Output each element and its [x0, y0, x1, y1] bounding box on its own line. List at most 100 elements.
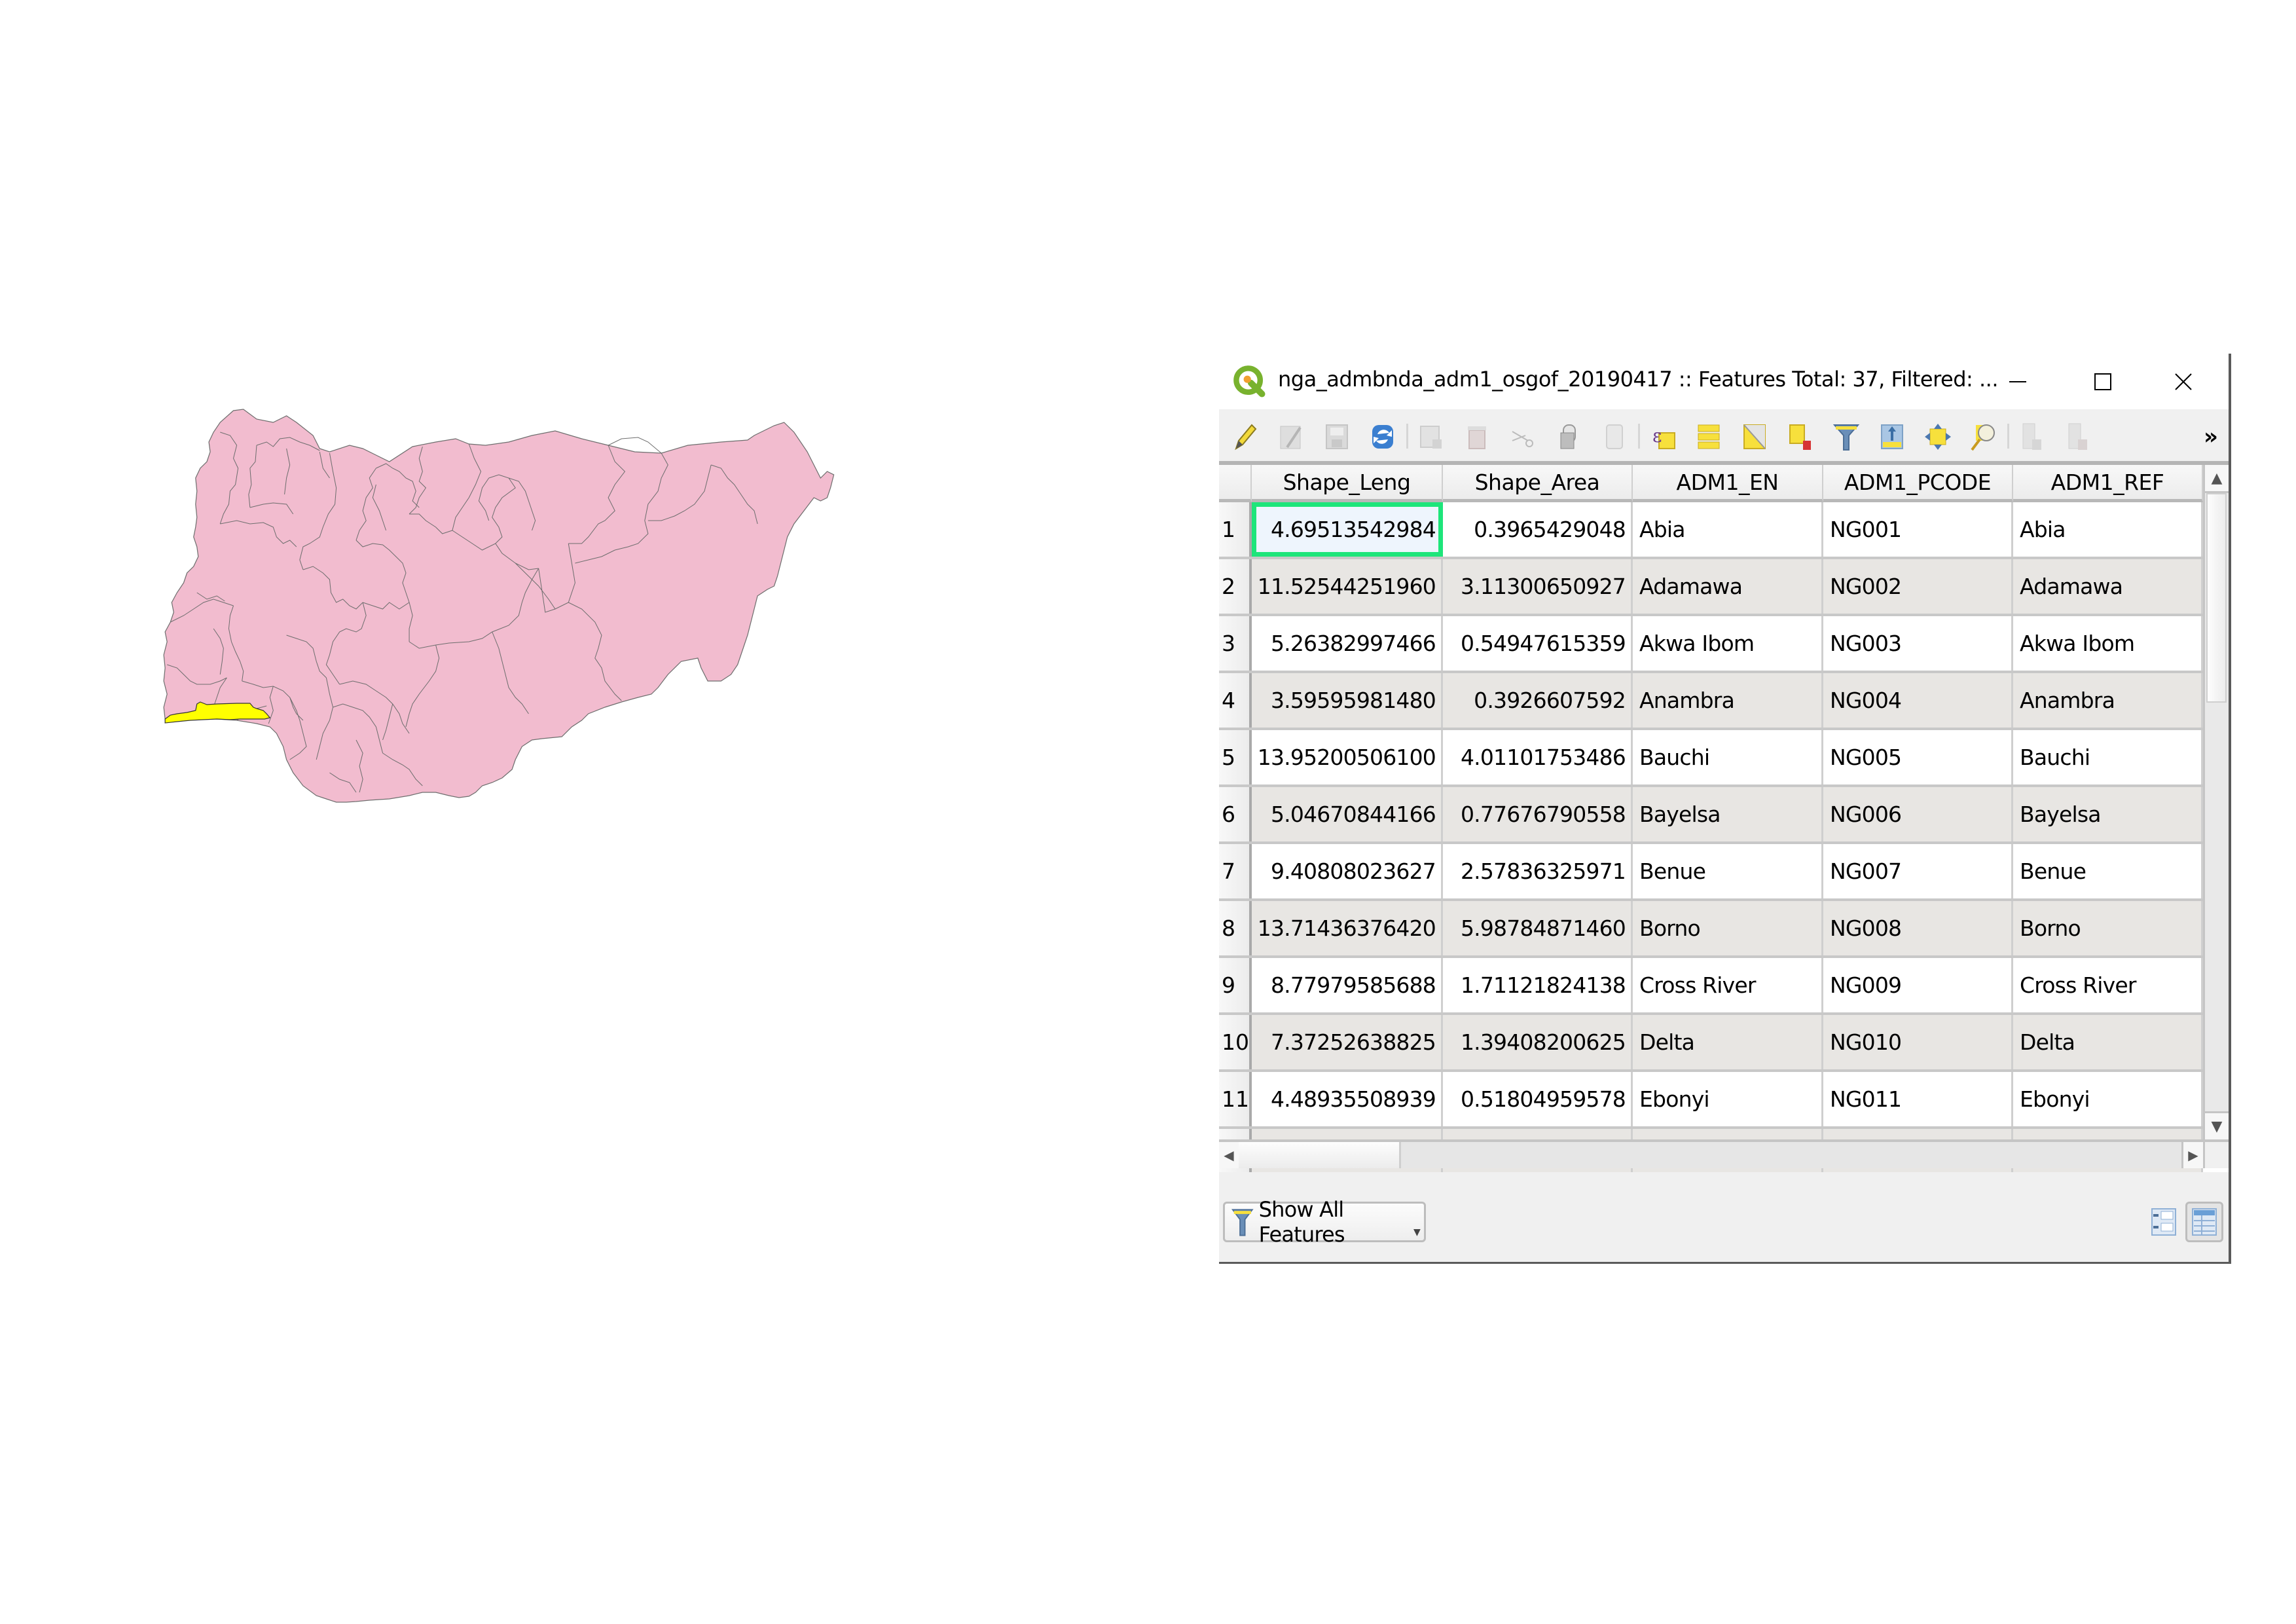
table-row[interactable]: 10 7.37252638825 1.39408200625 Delta NG010 De… [1219, 1015, 2203, 1072]
table-row[interactable]: 9 8.77979585688 1.71121824138 Cross River NG… [1219, 958, 2203, 1015]
row-number-header[interactable]: 3 [1219, 616, 1252, 671]
scroll-left-button[interactable]: ◀ [1219, 1142, 1239, 1168]
cell-adm1-pcode[interactable]: NG008 [1823, 901, 2013, 955]
deselect-all-button[interactable] [1785, 421, 1816, 452]
cell-shape-leng[interactable]: 9.40808023627 [1252, 844, 1443, 898]
paste-button[interactable] [1599, 421, 1630, 452]
zoom-to-selected-button[interactable] [1968, 421, 1999, 452]
cell-shape-area[interactable]: 0.3926607592 [1443, 673, 1633, 728]
cell-adm1-en[interactable]: Ebonyi [1633, 1072, 1823, 1126]
add-feature-button[interactable] [1415, 421, 1447, 452]
table-row[interactable]: 11 4.48935508939 0.51804959578 Ebonyi NG011 E… [1219, 1072, 2203, 1129]
horizontal-scrollbar[interactable]: ◀ ▶ [1219, 1139, 2229, 1168]
cell-adm1-ref[interactable]: Ebonyi [2013, 1072, 2203, 1126]
filter-select-features-button[interactable] [1831, 421, 1862, 452]
cell-adm1-ref[interactable]: Benue [2013, 844, 2203, 898]
cell-adm1-pcode[interactable]: NG001 [1823, 502, 2013, 557]
cell-adm1-en[interactable]: Abia [1633, 502, 1823, 557]
scroll-right-button[interactable]: ▶ [2181, 1142, 2203, 1168]
cell-adm1-en[interactable]: Anambra [1633, 673, 1823, 728]
row-number-header[interactable]: 7 [1219, 844, 1252, 898]
table-row[interactable]: 3 5.26382997466 0.54947615359 Akwa Ibom NG00… [1219, 616, 2203, 673]
select-all-button[interactable] [1693, 421, 1724, 452]
cell-adm1-ref[interactable]: Cross River [2013, 958, 2203, 1012]
delete-selected-button[interactable] [1461, 421, 1493, 452]
row-number-header[interactable]: 11 [1219, 1072, 1252, 1126]
table-row[interactable]: 4 3.59595981480 0.3926607592 Anambra NG004 An… [1219, 673, 2203, 730]
cell-shape-area[interactable]: 1.39408200625 [1443, 1015, 1633, 1069]
move-selection-to-top-button[interactable] [1876, 421, 1908, 452]
cell-shape-area[interactable]: 5.98784871460 [1443, 901, 1633, 955]
cell-adm1-pcode[interactable]: NG011 [1823, 1072, 2013, 1126]
window-titlebar[interactable]: nga_admbnda_adm1_osgof_20190417 :: Featu… [1219, 354, 2229, 409]
selected-cell-shape-leng[interactable]: 4.69513542984 [1252, 502, 1443, 557]
table-row[interactable]: 7 9.40808023627 2.57836325971 Benue NG007 Ben… [1219, 844, 2203, 901]
toggle-editing-button[interactable] [1228, 421, 1260, 452]
cell-adm1-en[interactable]: Benue [1633, 844, 1823, 898]
cell-shape-area[interactable]: 1.71121824138 [1443, 958, 1633, 1012]
save-edits-button[interactable] [1321, 421, 1353, 452]
cell-adm1-pcode[interactable]: NG002 [1823, 559, 2013, 614]
column-header-shape-leng[interactable]: Shape_Leng [1252, 465, 1443, 502]
cell-shape-leng[interactable]: 13.71436376420 [1252, 901, 1443, 955]
row-number-header[interactable]: 1 [1219, 502, 1252, 557]
cell-adm1-ref[interactable]: Bauchi [2013, 730, 2203, 784]
column-header-adm1-ref[interactable]: ADM1_REF [2013, 465, 2203, 502]
cell-adm1-ref[interactable]: Akwa Ibom [2013, 616, 2203, 671]
cell-adm1-pcode[interactable]: NG005 [1823, 730, 2013, 784]
cell-adm1-pcode[interactable]: NG010 [1823, 1015, 2013, 1069]
cell-shape-leng[interactable]: 5.26382997466 [1252, 616, 1443, 671]
select-by-expression-button[interactable]: ε [1647, 421, 1679, 452]
cell-adm1-pcode[interactable]: NG007 [1823, 844, 2013, 898]
cell-adm1-pcode[interactable]: NG009 [1823, 958, 2013, 1012]
cell-shape-leng[interactable]: 3.59595981480 [1252, 673, 1443, 728]
invert-selection-button[interactable] [1739, 421, 1770, 452]
cell-adm1-en[interactable]: Delta [1633, 1015, 1823, 1069]
cell-shape-area[interactable]: 4.01101753486 [1443, 730, 1633, 784]
row-number-header[interactable]: 10 [1219, 1015, 1252, 1069]
cell-adm1-en[interactable]: Akwa Ibom [1633, 616, 1823, 671]
cell-adm1-pcode[interactable]: NG006 [1823, 787, 2013, 841]
map-canvas[interactable] [157, 406, 1152, 1192]
cell-shape-leng[interactable]: 11.52544251960 [1252, 559, 1443, 614]
cell-adm1-ref[interactable]: Borno [2013, 901, 2203, 955]
table-row[interactable]: 6 5.04670844166 0.77676790558 Bayelsa NG006 B… [1219, 787, 2203, 844]
cell-shape-leng[interactable]: 13.95200506100 [1252, 730, 1443, 784]
new-field-button[interactable] [2016, 421, 2048, 452]
toggle-multi-edit-button[interactable] [1275, 421, 1307, 452]
cell-adm1-en[interactable]: Bayelsa [1633, 787, 1823, 841]
form-view-button[interactable] [2145, 1202, 2183, 1242]
minimize-button[interactable] [1975, 354, 2060, 409]
pan-to-selected-button[interactable] [1922, 421, 1954, 452]
cell-adm1-en[interactable]: Cross River [1633, 958, 1823, 1012]
toolbar-overflow-button[interactable]: » [2204, 424, 2218, 450]
table-row[interactable]: 8 13.71436376420 5.98784871460 Borno NG008 Bo… [1219, 901, 2203, 958]
cell-shape-area[interactable]: 3.11300650927 [1443, 559, 1633, 614]
delete-field-button[interactable] [2062, 421, 2094, 452]
vertical-scroll-thumb[interactable] [2206, 493, 2227, 703]
cell-adm1-en[interactable]: Bauchi [1633, 730, 1823, 784]
cell-adm1-ref[interactable]: Anambra [2013, 673, 2203, 728]
column-header-adm1-en[interactable]: ADM1_EN [1633, 465, 1823, 502]
scroll-down-button[interactable]: ▼ [2205, 1111, 2229, 1139]
cell-adm1-ref[interactable]: Bayelsa [2013, 787, 2203, 841]
column-header-shape-area[interactable]: Shape_Area [1443, 465, 1633, 502]
cell-adm1-ref[interactable]: Abia [2013, 502, 2203, 557]
cell-adm1-en[interactable]: Borno [1633, 901, 1823, 955]
row-number-header[interactable]: 6 [1219, 787, 1252, 841]
cell-adm1-pcode[interactable]: NG003 [1823, 616, 2013, 671]
vertical-scrollbar[interactable]: ▲ ▼ [2203, 465, 2229, 1139]
scroll-up-button[interactable]: ▲ [2205, 465, 2229, 493]
table-row[interactable]: 2 11.52544251960 3.11300650927 Adamawa NG002… [1219, 559, 2203, 616]
reload-button[interactable] [1367, 421, 1398, 452]
cell-adm1-ref[interactable]: Delta [2013, 1015, 2203, 1069]
cut-button[interactable] [1507, 421, 1539, 452]
cell-adm1-ref[interactable]: Adamawa [2013, 559, 2203, 614]
row-number-header[interactable]: 4 [1219, 673, 1252, 728]
corner-header[interactable] [1219, 465, 1252, 502]
cell-shape-leng[interactable]: 8.77979585688 [1252, 958, 1443, 1012]
row-number-header[interactable]: 2 [1219, 559, 1252, 614]
table-view-button[interactable] [2185, 1202, 2223, 1242]
show-all-features-button[interactable]: Show All Features ▼ [1223, 1197, 1426, 1247]
row-number-header[interactable]: 9 [1219, 958, 1252, 1012]
